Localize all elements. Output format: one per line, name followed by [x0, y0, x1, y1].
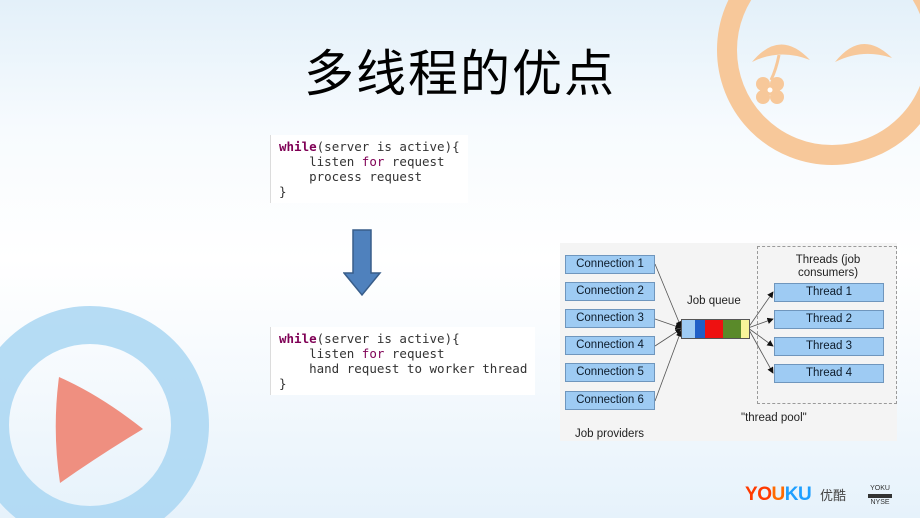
nyse-ticker: YOKU — [870, 485, 890, 492]
arrow-conn1 — [654, 263, 682, 328]
code-line: while(server is active){ — [279, 139, 460, 154]
thread-pool-label: "thread pool" — [741, 412, 807, 424]
thread-box: Thread 2 — [774, 310, 884, 329]
thread-pool-diagram: Connection 1 Connection 2 Connection 3 C… — [560, 243, 897, 441]
code-line: } — [279, 184, 287, 199]
connection-box: Connection 2 — [565, 282, 655, 301]
play-decoration-icon — [0, 306, 209, 518]
youku-cn-logo: 优酷 — [820, 489, 847, 504]
queue-slot — [723, 320, 741, 338]
code-line: while(server is active){ — [279, 331, 460, 346]
threads-header-line: Threads (job — [795, 254, 861, 266]
nyse-label: NYSE — [870, 499, 890, 506]
connection-box: Connection 3 — [565, 309, 655, 328]
nyse-badge: YOKU NYSE — [868, 485, 892, 507]
thread-box: Thread 1 — [774, 283, 884, 302]
play-triangle-icon — [55, 377, 143, 483]
queue-slot — [705, 320, 723, 338]
thread-box: Thread 4 — [774, 364, 884, 383]
youku-letter: K — [784, 484, 799, 505]
code-block-sequential: while(server is active){ listen for requ… — [270, 135, 468, 203]
arrow-conn4 — [654, 328, 682, 347]
code-line: hand request to worker thread — [309, 361, 528, 376]
nyse-bar — [868, 494, 892, 498]
queue-slot — [741, 320, 749, 338]
queue-slot — [695, 320, 705, 338]
arrow-conn3 — [654, 318, 682, 330]
down-arrow-icon — [343, 229, 382, 297]
connection-box: Connection 6 — [565, 391, 655, 410]
youku-letter: O — [757, 484, 772, 505]
job-providers-label: Job providers — [575, 428, 645, 440]
youku-letter: U — [797, 484, 812, 505]
slide-title: 多线程的优点 — [304, 45, 616, 103]
job-queue-label: Job queue — [687, 295, 741, 307]
threads-header: Threads (job consumers) — [782, 254, 874, 280]
youku-letter: U — [771, 484, 785, 505]
connection-box: Connection 5 — [565, 363, 655, 382]
connection-box: Connection 1 — [565, 255, 655, 274]
code-block-threaded: while(server is active){ listen for requ… — [270, 327, 536, 395]
youku-logo: YOUKU — [745, 484, 812, 506]
job-queue — [681, 319, 750, 339]
code-line: listen for request — [309, 154, 445, 169]
code-line: process request — [309, 169, 422, 184]
connection-box: Connection 4 — [565, 336, 655, 355]
youku-letter: Y — [745, 484, 758, 505]
arrow-conn6 — [654, 330, 683, 402]
threads-header-line: consumers) — [797, 267, 859, 279]
code-line: } — [279, 376, 287, 391]
queue-slot — [682, 320, 695, 338]
thread-box: Thread 3 — [774, 337, 884, 356]
code-line: listen for request — [309, 346, 445, 361]
